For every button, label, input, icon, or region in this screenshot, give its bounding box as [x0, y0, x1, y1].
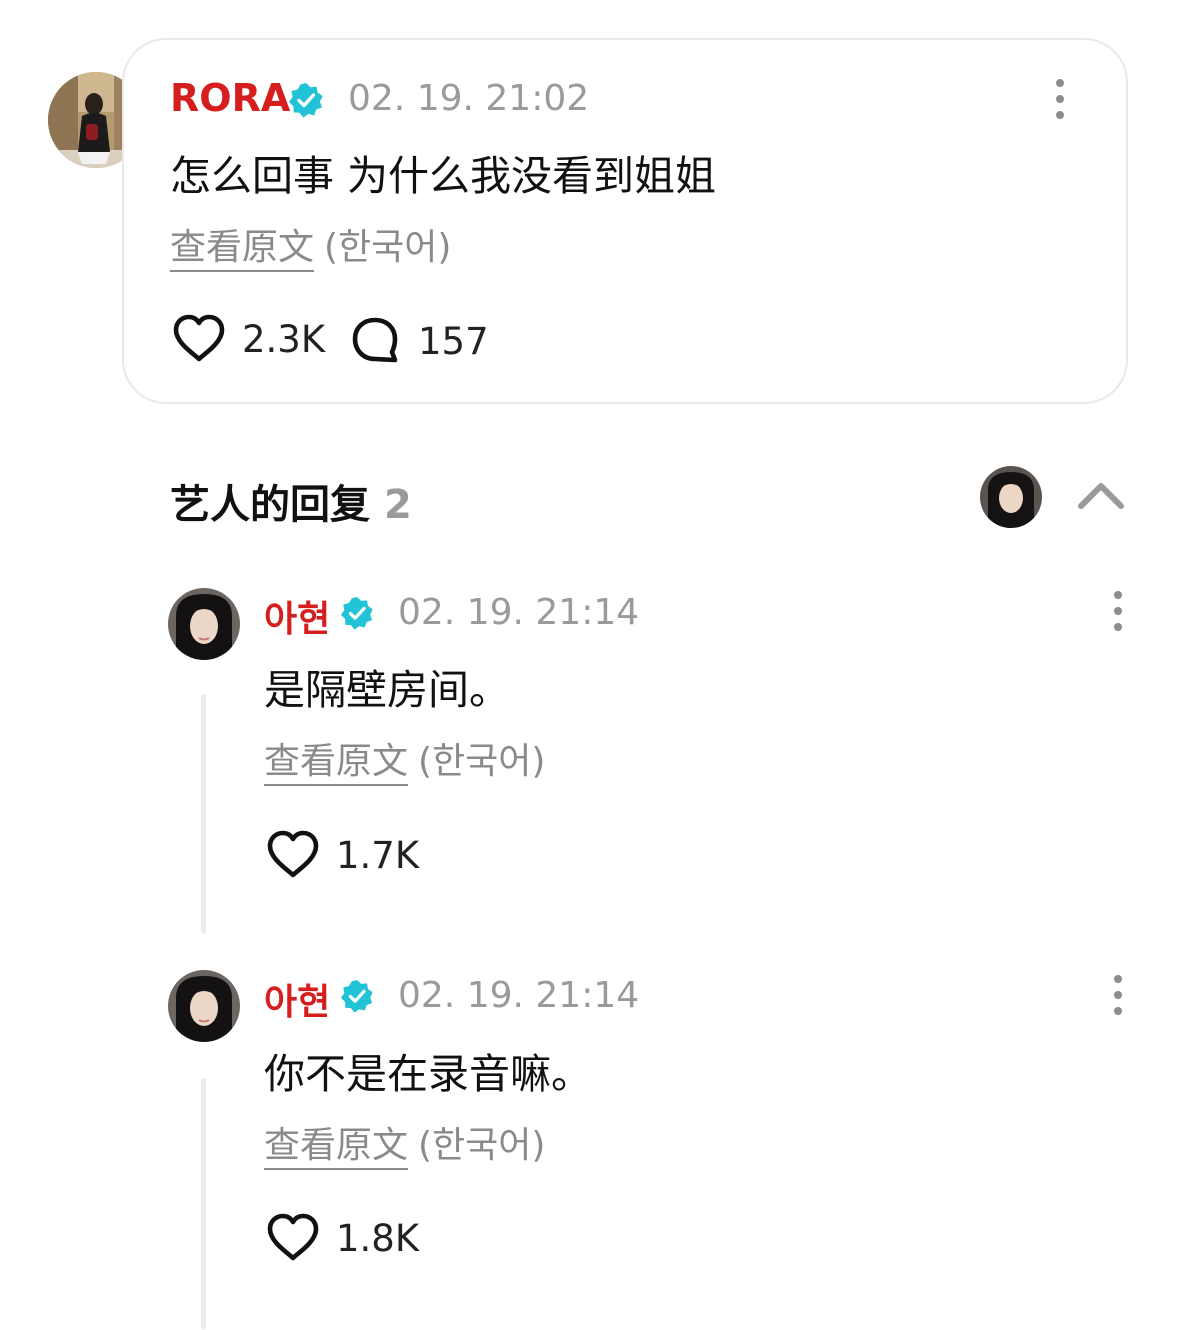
more-vertical-icon	[1114, 591, 1122, 599]
verified-badge-icon	[340, 596, 373, 630]
post-like-count: 2.3K	[242, 317, 326, 361]
reply-thread-line	[201, 1078, 206, 1330]
post-comment-button[interactable]: 157	[350, 316, 489, 366]
verified-badge-icon	[340, 979, 373, 1013]
heart-icon	[267, 1213, 319, 1261]
reply-like-button[interactable]: 1.7K	[266, 830, 419, 880]
post-text: 怎么回事 为什么我没看到姐姐	[170, 152, 717, 200]
post-timestamp: 02. 19. 21:02	[348, 78, 590, 119]
reply-thread-line	[201, 694, 206, 934]
comment-bubble-icon	[352, 317, 398, 363]
comment-thread-page: RORA 02. 19. 21:02 怎么回事 为什么我没看到姐姐 查看原文 (한…	[0, 0, 1179, 1330]
more-vertical-icon	[1056, 79, 1064, 87]
reply-like-button[interactable]: 1.8K	[266, 1213, 419, 1263]
reply-more-options-button[interactable]	[1100, 586, 1136, 636]
reply-more-options-button[interactable]	[1100, 970, 1136, 1020]
artist-replies-count: 2	[384, 482, 412, 528]
reply-like-count: 1.8K	[336, 1216, 420, 1260]
post-comment-count: 157	[418, 319, 489, 363]
reply-username[interactable]: 아현	[264, 973, 330, 1025]
view-original-link[interactable]: 查看原文	[264, 741, 409, 786]
artist-replies-header: 艺人的回复 2	[170, 472, 412, 530]
reply-avatar[interactable]	[168, 588, 240, 660]
reply-translate-row: 查看原文 (한국어)	[264, 732, 546, 786]
reply-avatar[interactable]	[168, 970, 240, 1042]
reply-username[interactable]: 아현	[264, 590, 330, 642]
original-language-label: (한국어)	[324, 227, 452, 268]
view-original-link[interactable]: 查看原文	[264, 1125, 409, 1170]
post-more-options-button[interactable]	[1042, 74, 1078, 124]
view-original-link[interactable]: 查看原文	[170, 227, 315, 272]
original-language-label: (한국어)	[418, 1125, 546, 1166]
main-post-card: RORA 02. 19. 21:02 怎么回事 为什么我没看到姐姐 查看原文 (한…	[122, 38, 1128, 404]
artist-replies-title: 艺人的回复	[170, 482, 370, 528]
chevron-up-icon[interactable]	[1076, 478, 1126, 512]
post-translate-row: 查看原文 (한국어)	[170, 218, 452, 272]
more-vertical-icon	[1114, 975, 1122, 983]
post-like-button[interactable]: 2.3K	[172, 314, 325, 364]
reply-like-count: 1.7K	[336, 833, 420, 877]
post-username[interactable]: RORA	[170, 76, 290, 120]
verified-badge-icon	[289, 83, 323, 118]
reply-text: 你不是在录音嘛。	[264, 1050, 592, 1098]
heart-icon	[267, 830, 319, 878]
artist-replies-avatar	[980, 466, 1042, 528]
original-language-label: (한국어)	[418, 741, 546, 782]
reply-translate-row: 查看原文 (한국어)	[264, 1116, 546, 1170]
reply-timestamp: 02. 19. 21:14	[398, 592, 640, 633]
reply-text: 是隔壁房间。	[264, 666, 510, 714]
reply-timestamp: 02. 19. 21:14	[398, 975, 640, 1016]
heart-icon	[173, 314, 225, 362]
